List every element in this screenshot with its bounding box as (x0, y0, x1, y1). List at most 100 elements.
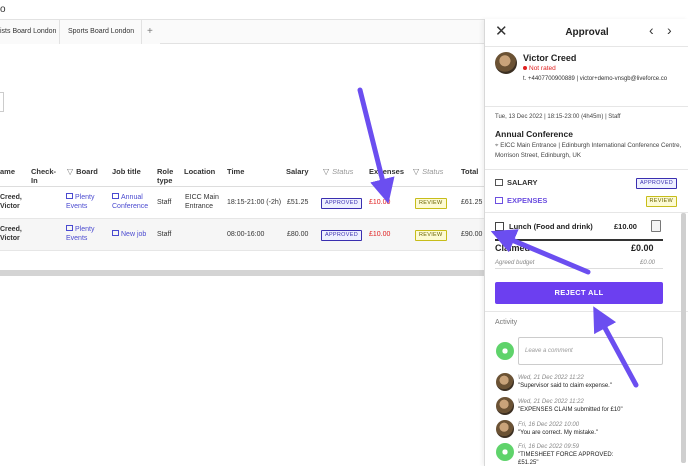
status-badge: REVIEW (415, 230, 447, 241)
cell-job-link[interactable]: New job (112, 230, 146, 239)
wallet-icon (495, 179, 503, 186)
expenses-label-text: EXPENSES (507, 196, 548, 205)
shift-details: Tue, 13 Dec 2022 | 18:15-23:00 (4h45m) |… (495, 114, 621, 120)
expense-item-amount: £10.00 (614, 222, 637, 231)
status-badge: REVIEW (415, 198, 447, 209)
activity-item: Wed, 21 Dec 2022 11:22 "Supervisor said … (518, 374, 668, 390)
col-exp-status-label: Status (422, 167, 444, 176)
chevron-left-icon[interactable]: ‹ (649, 22, 654, 38)
status-badge: REVIEW (645, 196, 677, 207)
expenses-section[interactable]: EXPENSES REVIEW (495, 195, 677, 207)
cell-expenses[interactable]: £10.00 (369, 230, 390, 239)
reject-all-button[interactable]: REJECT ALL (495, 282, 663, 304)
approval-panel: ✕ Approval ‹ › Victor Creed Not rated t.… (484, 19, 688, 466)
agreed-budget-label: Agreed budget (495, 260, 535, 266)
activity-item: Fri, 16 Dec 2022 10:00 "You are correct.… (518, 421, 668, 437)
divider (485, 106, 688, 107)
cell-total: £61.25 (461, 199, 483, 206)
col-exp-status[interactable]: ▽ Status (413, 167, 443, 176)
col-expenses[interactable]: Expenses (369, 167, 404, 176)
left-control-stub[interactable] (0, 92, 4, 112)
col-time[interactable]: Time (227, 167, 244, 176)
col-salary[interactable]: Salary (286, 167, 309, 176)
table-row[interactable]: Creed, Victor Plenty Events New job Staf… (0, 219, 484, 251)
col-jobtitle[interactable]: Job title (112, 167, 141, 176)
add-tab-button[interactable]: + (142, 20, 160, 44)
divider (485, 311, 688, 312)
panel-header: ✕ Approval ‹ › (485, 19, 688, 47)
activity-heading: Activity (495, 319, 518, 326)
user-rating: Not rated (523, 65, 556, 72)
cell-board-link[interactable]: Plenty Events (66, 193, 94, 211)
col-location[interactable]: Location (184, 167, 215, 176)
tab-sports-board-london[interactable]: Sports Board London (60, 20, 142, 44)
filter-icon[interactable]: ▽ (67, 167, 73, 176)
claimed-amount: £0.00 (631, 243, 654, 253)
filter-icon[interactable]: ▽ (323, 167, 329, 176)
cell-role: Staff (157, 199, 172, 206)
comment-input[interactable]: Leave a comment (518, 337, 663, 365)
activity-item: Wed, 21 Dec 2022 11:22 "EXPENSES CLAIM s… (518, 398, 668, 414)
cell-board-link[interactable]: Plenty Events (66, 225, 94, 243)
venue-address: ⌖ EICC Main Entrance | Edinburgh Interna… (495, 141, 685, 161)
salary-label: SALARY (495, 178, 538, 187)
tab-board-1[interactable]: ists Board London (0, 20, 60, 44)
top-strip-text: o (0, 4, 6, 15)
external-link-icon (112, 230, 119, 236)
col-board[interactable]: ▽ Board (67, 167, 98, 176)
cell-salary: £80.00 (287, 231, 309, 238)
panel-scrollbar[interactable] (681, 213, 686, 463)
cell-expenses[interactable]: £10.00 (369, 198, 390, 207)
expenses-label: EXPENSES (495, 196, 547, 205)
status-badge: APPROVED (636, 178, 677, 189)
col-status[interactable]: ▽ Status (323, 167, 353, 176)
avatar (496, 342, 514, 360)
activity-date: Wed, 21 Dec 2022 11:22 (518, 375, 584, 381)
cell-name: Creed, Victor (0, 194, 22, 210)
cell-role: Staff (157, 231, 172, 238)
receipt-icon (495, 197, 503, 204)
claimed-label: Claimed (495, 243, 531, 253)
col-roletype[interactable]: Role type (157, 167, 173, 185)
status-dot-icon (523, 66, 527, 70)
cell-name: Creed, Victor (0, 226, 22, 242)
board-tab-bar: ists Board London Sports Board London + (0, 19, 484, 44)
claimed-divider (495, 239, 663, 241)
user-name[interactable]: Victor Creed (523, 53, 576, 63)
activity-message: "TIMESHEET FORCE APPROVED: £51.25" (518, 452, 614, 466)
chevron-right-icon[interactable]: › (667, 22, 672, 38)
event-title: Annual Conference (495, 129, 573, 139)
filter-icon[interactable]: ▽ (413, 167, 419, 176)
expense-item-checkbox[interactable] (495, 222, 504, 231)
external-link-icon (66, 225, 73, 231)
document-icon[interactable] (651, 220, 661, 232)
col-checkin[interactable]: Check- In (31, 167, 56, 185)
activity-message: "EXPENSES CLAIM submitted for £10" (518, 407, 623, 413)
timesheet-table: ame Check- In ▽ Board Job title Role type… (0, 163, 484, 251)
activity-message: "You are correct. My mistake." (518, 430, 599, 436)
activity-message: "Supervisor said to claim expense." (518, 383, 612, 389)
agreed-budget-amount: £0.00 (640, 260, 656, 266)
col-status-label: Status (332, 167, 354, 176)
cell-location: EICC Main Entrance (185, 194, 219, 210)
salary-section[interactable]: SALARY APPROVED (495, 177, 677, 189)
table-row[interactable]: Creed, Victor Plenty Events Annual Confe… (0, 187, 484, 219)
activity-date: Wed, 21 Dec 2022 11:22 (518, 399, 584, 405)
avatar (495, 52, 517, 74)
activity-date: Fri, 16 Dec 2022 10:00 (518, 422, 580, 428)
status-badge: APPROVED (321, 198, 362, 209)
cell-job-text: New job (121, 231, 147, 238)
cell-time: 18:15-21:00 (-2h) (227, 199, 282, 206)
cell-time: 08:00-16:00 (227, 231, 265, 238)
user-contact: t. +4407700900889 | victor+demo-vnsgb@li… (523, 76, 668, 82)
avatar (496, 373, 514, 391)
horizontal-scrollbar[interactable] (0, 270, 484, 276)
col-total[interactable]: Total (461, 167, 478, 176)
avatar (496, 420, 514, 438)
cell-salary: £51.25 (287, 199, 309, 206)
venue-text: EICC Main Entrance | Edinburgh Internati… (495, 142, 682, 159)
table-header: ame Check- In ▽ Board Job title Role type… (0, 163, 484, 187)
col-name[interactable]: ame (0, 167, 15, 176)
cell-job-link[interactable]: Annual Conference (112, 193, 148, 211)
activity-date: Fri, 16 Dec 2022 09:59 (518, 444, 580, 450)
